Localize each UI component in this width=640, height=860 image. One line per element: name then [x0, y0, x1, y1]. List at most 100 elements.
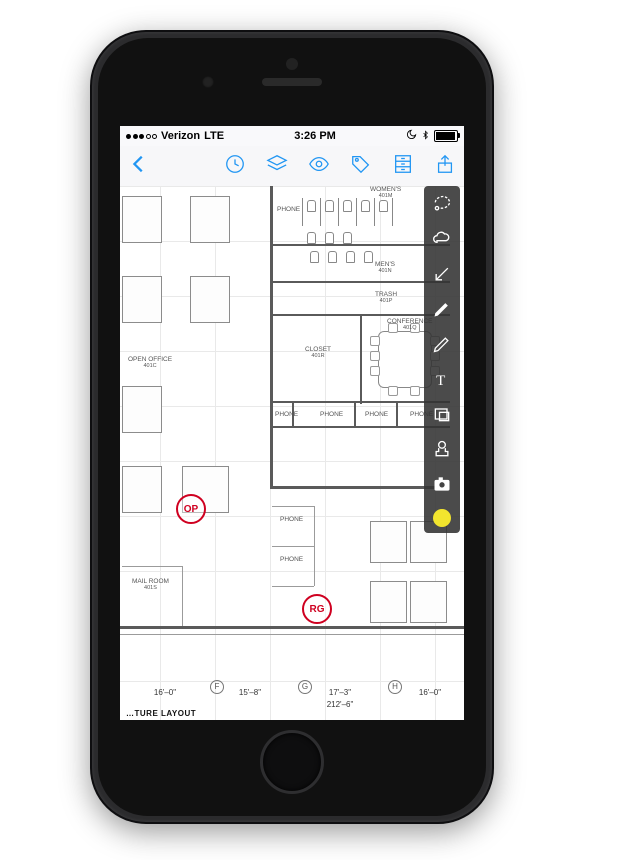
svg-text:T: T — [436, 373, 445, 389]
wall — [182, 566, 183, 626]
stamp-tool[interactable] — [430, 437, 454, 461]
drawing-canvas[interactable]: WOMEN'S401M MEN'S401N TRASH401P CLOSET40… — [120, 186, 464, 720]
phone-bezel: Verizon LTE 3:26 PM — [98, 38, 486, 816]
wall — [360, 314, 362, 404]
grid-overlay — [120, 186, 464, 720]
wall — [270, 244, 450, 246]
wall — [272, 586, 314, 587]
wall — [270, 186, 273, 486]
workstation — [370, 521, 407, 563]
wall — [270, 486, 440, 489]
toilet-icon — [361, 200, 370, 212]
room-label-womens: WOMEN'S401M — [370, 186, 401, 199]
wall — [314, 546, 315, 586]
room-label-open-office: OPEN OFFICE401C — [128, 356, 172, 369]
column-bubble: H — [388, 680, 402, 694]
wall — [272, 546, 314, 547]
visibility-button[interactable] — [308, 153, 330, 180]
back-button[interactable] — [128, 153, 150, 180]
drawing-title: …TURE LAYOUT — [126, 709, 196, 718]
bluetooth-icon — [421, 129, 430, 144]
clock-label: 3:26 PM — [294, 130, 336, 142]
sink-icon — [307, 232, 316, 244]
room-label-trash: TRASH401P — [375, 291, 397, 304]
toolbar — [120, 146, 464, 187]
camera-tool[interactable] — [430, 472, 454, 496]
battery-icon — [434, 130, 458, 142]
room-label-phone: PHONE — [320, 411, 343, 418]
column-bubble: F — [210, 680, 224, 694]
exterior-wall — [120, 626, 464, 629]
workstation — [410, 581, 447, 623]
wall — [270, 426, 450, 428]
shape-tool[interactable] — [430, 402, 454, 426]
room-label-mail-room: MAIL ROOM401S — [132, 578, 169, 591]
layers-button[interactable] — [266, 153, 288, 180]
wall — [270, 281, 450, 283]
workstation — [122, 196, 162, 243]
toilet-icon — [379, 200, 388, 212]
workstation — [122, 276, 162, 323]
stall — [338, 198, 339, 226]
phone-frame: Verizon LTE 3:26 PM — [90, 30, 494, 824]
chair-icon — [370, 336, 380, 346]
status-bar: Verizon LTE 3:26 PM — [120, 126, 464, 146]
chair-icon — [388, 386, 398, 396]
highlighter-tool[interactable] — [430, 297, 454, 321]
wall — [396, 402, 398, 427]
room-label-phone: PHONE — [275, 411, 298, 418]
room-label-closet: CLOSET401R — [305, 346, 331, 359]
signal-strength-icon — [126, 134, 157, 139]
arrow-tool[interactable] — [430, 262, 454, 286]
room-label-phone: PHONE — [280, 516, 303, 523]
dimension-row: 16'–0" 15'–8" 17'–3" 16'–0" 212'–6" — [120, 688, 464, 710]
markup-tool-palette: T — [424, 186, 460, 533]
toilet-icon — [343, 200, 352, 212]
share-button[interactable] — [434, 153, 456, 180]
toilet-icon — [364, 251, 373, 263]
toilet-icon — [307, 200, 316, 212]
stall — [374, 198, 375, 226]
earpiece-speaker — [262, 78, 322, 86]
wall — [272, 506, 314, 507]
workstation — [190, 276, 230, 323]
workstation — [190, 196, 230, 243]
stall — [356, 198, 357, 226]
color-picker[interactable] — [433, 509, 451, 527]
chair-icon — [410, 386, 420, 396]
room-label-phone: PHONE — [277, 206, 300, 213]
wall — [270, 401, 450, 403]
stamp-rg[interactable]: RG — [302, 594, 332, 624]
sink-icon — [343, 232, 352, 244]
stall — [320, 198, 321, 226]
toilet-icon — [310, 251, 319, 263]
wall — [122, 566, 182, 567]
history-button[interactable] — [224, 153, 246, 180]
proximity-sensor — [286, 58, 298, 70]
chair-icon — [370, 366, 380, 376]
room-label-phone: PHONE — [280, 556, 303, 563]
chair-icon — [370, 351, 380, 361]
toilet-icon — [325, 200, 334, 212]
stall — [302, 198, 303, 226]
wall — [314, 506, 315, 546]
file-cabinet-button[interactable] — [392, 153, 414, 180]
lasso-tool[interactable] — [430, 192, 454, 216]
wall — [354, 402, 356, 427]
wall — [120, 634, 464, 635]
do-not-disturb-icon — [406, 129, 417, 143]
front-camera — [202, 76, 214, 88]
room-label-phone: PHONE — [365, 411, 388, 418]
cloud-tool[interactable] — [430, 227, 454, 251]
workstation — [122, 466, 162, 513]
home-button[interactable] — [260, 730, 324, 794]
screen: Verizon LTE 3:26 PM — [120, 126, 464, 720]
toilet-icon — [328, 251, 337, 263]
text-tool[interactable]: T — [430, 367, 454, 391]
sink-icon — [325, 232, 334, 244]
stamp-op[interactable]: OP — [176, 494, 206, 524]
tags-button[interactable] — [350, 153, 372, 180]
toilet-icon — [346, 251, 355, 263]
pen-tool[interactable] — [430, 332, 454, 356]
workstation — [122, 386, 162, 433]
